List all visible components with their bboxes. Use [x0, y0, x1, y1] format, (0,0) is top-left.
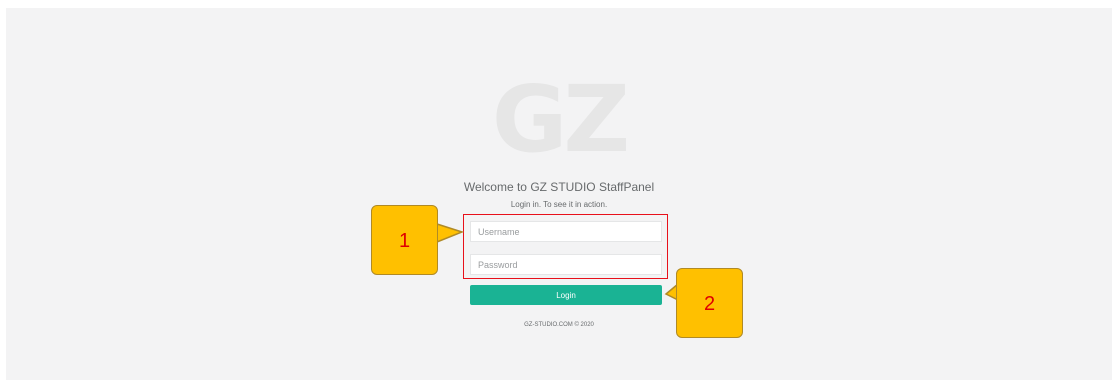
- callout-1: 1: [371, 205, 438, 275]
- callout-1-tail: [436, 222, 465, 244]
- callout-2: 2: [676, 268, 743, 338]
- callout-tails: [436, 222, 679, 302]
